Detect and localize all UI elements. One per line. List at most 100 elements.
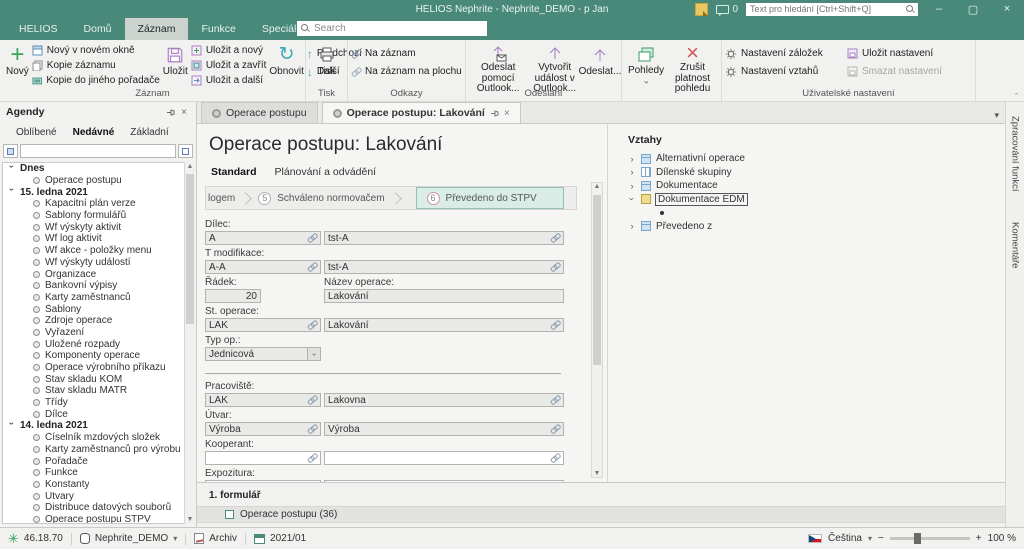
database-label[interactable]: Nephrite_DEMO <box>95 533 168 544</box>
create-outlook-event-button[interactable]: Vytvořit událost v Outlook... <box>527 42 582 88</box>
relation-row[interactable]: › Dokumentace EDM <box>628 193 1005 207</box>
close-icon[interactable]: × <box>178 107 190 118</box>
tree-row[interactable]: › Zdroje operace <box>3 315 184 327</box>
filter-button[interactable] <box>3 144 18 158</box>
relation-row[interactable]: › <box>628 206 1005 220</box>
tree-row[interactable]: › Stav skladu KOM <box>3 373 184 385</box>
language-label[interactable]: Čeština <box>828 533 862 544</box>
tree-row[interactable]: › Komponenty operace <box>3 350 184 362</box>
ribbon-search-box[interactable]: Search <box>297 21 487 36</box>
dropdown-arrow-icon[interactable]: › <box>307 348 320 360</box>
scroll-down-icon[interactable]: ▼ <box>185 516 195 523</box>
checkbox-icon[interactable] <box>225 510 234 519</box>
global-search-input[interactable] <box>746 3 918 16</box>
save-and-new-button[interactable]: Uložit a nový <box>191 44 267 57</box>
chevron-icon[interactable]: › <box>627 195 637 203</box>
link-icon[interactable] <box>548 393 562 407</box>
operace-postupu-row[interactable]: Operace postupu (36) <box>197 506 1005 523</box>
dilec-code-field[interactable]: A <box>205 231 321 245</box>
tree-row[interactable]: › Wf výskyty aktivit <box>3 221 184 233</box>
tab-list-dropdown-icon[interactable]: ▾ <box>988 110 1005 123</box>
kooperant-code-field[interactable] <box>205 451 321 465</box>
tree-row[interactable]: › Třídy <box>3 397 184 409</box>
tree-row[interactable]: › Wf akce - položky menu <box>3 245 184 257</box>
relation-row[interactable]: › Dokumentace <box>628 179 1005 193</box>
tree-row[interactable]: › Dnes <box>3 163 184 175</box>
link-icon[interactable] <box>305 422 319 436</box>
tree-row[interactable]: › Útvary <box>3 490 184 502</box>
tree-row[interactable]: › Organizace <box>3 268 184 280</box>
tree-row[interactable]: › Karty zaměstnanců <box>3 292 184 304</box>
ribbon-tab[interactable]: Funkce <box>188 18 248 40</box>
tree-row[interactable]: › Operace výrobního příkazu <box>3 362 184 374</box>
dilec-name-field[interactable]: tst-A <box>324 231 564 245</box>
chevron-icon[interactable]: › <box>628 154 636 164</box>
tree-row[interactable]: › Operace postupu STPV <box>3 514 184 524</box>
tree-row[interactable]: › Funkce <box>3 467 184 479</box>
views-button[interactable]: Pohledy › <box>625 42 667 88</box>
link-icon[interactable] <box>548 318 562 332</box>
tree-row[interactable]: › Uložené rozpady <box>3 338 184 350</box>
ribbon-tab[interactable]: Záznam <box>125 18 189 40</box>
copy-record-button[interactable]: Kopie záznamu <box>32 59 160 72</box>
tree-row[interactable]: › Distribuce datových souborů <box>3 502 184 514</box>
tree-row[interactable]: › Šablony <box>3 303 184 315</box>
st-operace-code-field[interactable]: LAK <box>205 318 321 332</box>
link-icon[interactable] <box>305 451 319 465</box>
collapse-ribbon-icon[interactable]: ˆ <box>1015 92 1018 102</box>
tree-row[interactable]: › 14. ledna 2021 <box>3 420 184 432</box>
bookmarks-settings-button[interactable]: Nastavení záložek <box>725 47 847 60</box>
link-icon[interactable] <box>548 422 562 436</box>
close-tab-icon[interactable]: × <box>504 108 510 119</box>
tab-planovani[interactable]: Plánování a odvádění <box>275 166 377 178</box>
radek-field[interactable]: 20 <box>205 289 261 303</box>
doc-tab-operace-postupu[interactable]: Operace postupu <box>201 102 318 123</box>
new-record-button[interactable]: + Nový <box>3 42 32 88</box>
link-icon[interactable] <box>548 231 562 245</box>
chevron-icon[interactable]: › <box>628 221 636 231</box>
copy-to-other-folder-button[interactable]: Kopie do jiného pořadače <box>32 74 160 87</box>
archive-label[interactable]: Archiv <box>209 533 237 544</box>
relation-row[interactable]: › Alternativní operace <box>628 152 1005 166</box>
agendy-scrollbar[interactable]: ▲ ▼ <box>184 162 195 524</box>
chevron-icon[interactable]: › <box>628 181 636 191</box>
link-icon[interactable] <box>305 260 319 274</box>
scroll-down-icon[interactable]: ▼ <box>592 470 602 477</box>
agendy-filter-input[interactable] <box>20 144 176 158</box>
tree-row[interactable]: › Bankovní výpisy <box>3 280 184 292</box>
save-and-close-button[interactable]: Uložit a zavřít <box>191 59 267 72</box>
zoom-slider-thumb[interactable] <box>914 533 921 544</box>
link-icon[interactable] <box>305 231 319 245</box>
relation-row[interactable]: › Dílenské skupiny <box>628 166 1005 180</box>
close-button[interactable]: × <box>994 3 1020 15</box>
chat-indicator[interactable]: 0 <box>716 4 738 15</box>
tmodifikace-code-field[interactable]: A-A <box>205 260 321 274</box>
pin-icon[interactable] <box>163 108 178 117</box>
zoom-out-button[interactable]: − <box>878 533 884 544</box>
tree-row[interactable]: › Wf log aktivit <box>3 233 184 245</box>
tree-row[interactable]: › Šablony formulářů <box>3 210 184 222</box>
chevron-down-icon[interactable]: ▾ <box>868 534 872 543</box>
tmodifikace-name-field[interactable]: tst-A <box>324 260 564 274</box>
tab-standard[interactable]: Standard <box>211 166 257 178</box>
chevron-down-icon[interactable]: ▾ <box>173 534 177 543</box>
agendy-tab[interactable]: Nedávné <box>67 127 121 138</box>
tree-row[interactable]: › Wf výskyty událostí <box>3 257 184 269</box>
tree-row[interactable]: › Konstanty <box>3 479 184 491</box>
scroll-up-icon[interactable]: ▲ <box>185 163 195 170</box>
ribbon-tab[interactable]: Domů <box>71 18 125 40</box>
form-scrollbar[interactable]: ▲ ▼ <box>591 182 603 478</box>
period-label[interactable]: 2021/01 <box>270 533 306 544</box>
tree-row[interactable]: › Dílce <box>3 408 184 420</box>
tree-row[interactable]: › 15. ledna 2021 <box>3 186 184 198</box>
zoom-in-button[interactable]: + <box>976 533 982 544</box>
refresh-button[interactable]: ↻ Obnovit <box>266 42 306 88</box>
save-and-next-button[interactable]: Uložit a další <box>191 74 267 87</box>
pin-icon[interactable] <box>490 109 499 118</box>
tree-row[interactable]: › Vyřazení <box>3 327 184 339</box>
minimize-button[interactable]: – <box>926 3 952 15</box>
tree-row[interactable]: › Pořadače <box>3 455 184 467</box>
st-operace-name-field[interactable]: Lakování <box>324 318 564 332</box>
tree-row[interactable]: › Stav skladu MATR <box>3 385 184 397</box>
print-button[interactable]: Tisk <box>315 42 339 88</box>
